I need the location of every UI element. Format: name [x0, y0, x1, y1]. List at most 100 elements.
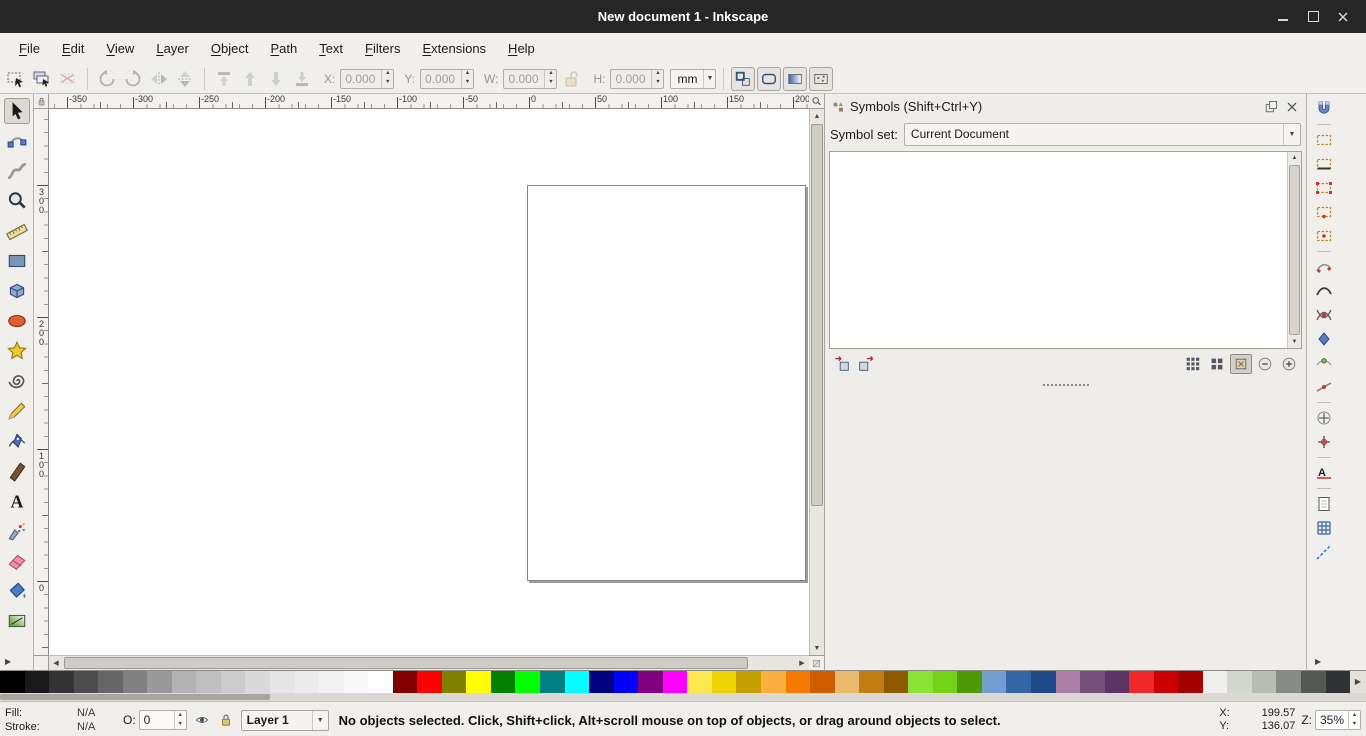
palette-swatch-30[interactable]: [736, 671, 761, 693]
snap-cusp-nodes-toggle[interactable]: [1313, 328, 1335, 350]
snap-rotation-centers-toggle[interactable]: [1313, 431, 1335, 453]
menu-file[interactable]: File: [8, 36, 51, 61]
snap-text-baseline-toggle[interactable]: A: [1313, 462, 1335, 484]
palette-swatch-33[interactable]: [810, 671, 835, 693]
canvas-corner-top-right[interactable]: [809, 94, 824, 109]
title-bar[interactable]: New document 1 - Inkscape: [0, 0, 1366, 33]
palette-swatch-23[interactable]: [565, 671, 590, 693]
snap-object-centers-toggle[interactable]: [1313, 407, 1335, 429]
node-tool[interactable]: [4, 128, 30, 154]
palette-swatch-27[interactable]: [663, 671, 688, 693]
display-fewer-icons-button[interactable]: [1206, 354, 1228, 374]
palette-swatch-37[interactable]: [908, 671, 933, 693]
palette-swatch-36[interactable]: [884, 671, 909, 693]
palette-swatch-6[interactable]: [147, 671, 172, 693]
scroll-up-arrow[interactable]: ▲: [1288, 152, 1301, 164]
snap-bbox-edges-toggle[interactable]: [1313, 153, 1335, 175]
palette-swatch-11[interactable]: [270, 671, 295, 693]
scroll-right-arrow[interactable]: ▶: [795, 656, 809, 670]
tweak-tool[interactable]: [4, 158, 30, 184]
maximize-button[interactable]: [1298, 0, 1328, 33]
spin-up-icon[interactable]: ▲: [545, 70, 556, 79]
lower-button[interactable]: [264, 67, 288, 91]
toolbox-overflow-arrow[interactable]: ▶: [0, 656, 33, 670]
palette-swatch-15[interactable]: [368, 671, 393, 693]
box3d-tool[interactable]: [4, 278, 30, 304]
units-dropdown[interactable]: mm ▼: [670, 69, 716, 89]
horizontal-scrollbar[interactable]: ◀ ▶: [49, 655, 809, 670]
palette-overflow-arrow[interactable]: ▶: [1350, 671, 1366, 693]
menu-layer[interactable]: Layer: [145, 36, 200, 61]
palette-scrollbar[interactable]: [0, 693, 1366, 701]
opacity-input[interactable]: 0 ▲▼: [139, 710, 187, 730]
gradient-tool[interactable]: [4, 608, 30, 634]
guide-lock-corner[interactable]: [34, 94, 49, 109]
cms-adjust-corner[interactable]: [809, 655, 824, 670]
palette-swatch-50[interactable]: [1227, 671, 1252, 693]
spin-up-icon[interactable]: ▲: [1349, 711, 1360, 720]
select-all-button[interactable]: [4, 67, 28, 91]
snap-toolbar-overflow-arrow[interactable]: ▶: [1307, 656, 1366, 670]
palette-swatch-16[interactable]: [393, 671, 418, 693]
menu-text[interactable]: Text: [308, 36, 354, 61]
menu-path[interactable]: Path: [259, 36, 308, 61]
palette-swatch-25[interactable]: [614, 671, 639, 693]
palette-swatch-43[interactable]: [1056, 671, 1081, 693]
palette-swatch-26[interactable]: [638, 671, 663, 693]
snap-grids-toggle[interactable]: [1313, 517, 1335, 539]
palette-swatch-0[interactable]: [0, 671, 25, 693]
layer-lock-toggle[interactable]: [217, 711, 235, 729]
palette-swatch-51[interactable]: [1252, 671, 1277, 693]
palette-swatch-47[interactable]: [1154, 671, 1179, 693]
palette-swatch-44[interactable]: [1080, 671, 1105, 693]
flip-horizontal-button[interactable]: [147, 67, 171, 91]
ruler-top[interactable]: -350-300-250-200-150-100-50050100150200: [49, 94, 809, 109]
deselect-button[interactable]: [56, 67, 80, 91]
snap-bbox-centers-toggle[interactable]: [1313, 225, 1335, 247]
y-input[interactable]: 0.000 ▲▼: [420, 69, 474, 89]
palette-swatch-8[interactable]: [196, 671, 221, 693]
palette-swatch-5[interactable]: [123, 671, 148, 693]
spin-down-icon[interactable]: ▼: [1349, 720, 1360, 729]
palette-swatch-14[interactable]: [344, 671, 369, 693]
panel-float-button[interactable]: [1263, 99, 1279, 115]
menu-help[interactable]: Help: [497, 36, 546, 61]
palette-swatch-19[interactable]: [466, 671, 491, 693]
snap-guides-toggle[interactable]: [1313, 541, 1335, 563]
palette-swatch-7[interactable]: [172, 671, 197, 693]
move-patterns-toggle[interactable]: [809, 67, 833, 91]
vertical-scrollbar-thumb[interactable]: [811, 124, 823, 506]
palette-swatch-34[interactable]: [835, 671, 860, 693]
spin-up-icon[interactable]: ▲: [462, 70, 473, 79]
calligraphy-tool[interactable]: [4, 458, 30, 484]
symbol-set-dropdown[interactable]: Current Document ▼: [904, 123, 1301, 146]
snap-bounding-box-toggle[interactable]: [1313, 129, 1335, 151]
palette-swatch-52[interactable]: [1276, 671, 1301, 693]
palette-swatch-35[interactable]: [859, 671, 884, 693]
measure-tool[interactable]: [4, 218, 30, 244]
panel-resize-handle[interactable]: [828, 379, 1303, 391]
zoom-out-symbols-button[interactable]: [1254, 354, 1276, 374]
menu-object[interactable]: Object: [200, 36, 260, 61]
raise-to-top-button[interactable]: [212, 67, 236, 91]
move-gradients-toggle[interactable]: [783, 67, 807, 91]
raise-button[interactable]: [238, 67, 262, 91]
spray-tool[interactable]: [4, 518, 30, 544]
spin-down-icon[interactable]: ▼: [382, 79, 393, 88]
spin-down-icon[interactable]: ▼: [545, 79, 556, 88]
vertical-scrollbar[interactable]: ▲ ▼: [809, 109, 824, 655]
remove-from-symbols-button[interactable]: [855, 354, 877, 374]
scroll-down-arrow[interactable]: ▼: [810, 641, 824, 655]
lower-to-bottom-button[interactable]: [290, 67, 314, 91]
scroll-down-arrow[interactable]: ▼: [1288, 336, 1301, 348]
pencil-tool[interactable]: [4, 398, 30, 424]
palette-swatch-48[interactable]: [1178, 671, 1203, 693]
palette-swatch-41[interactable]: [1006, 671, 1031, 693]
palette-swatch-31[interactable]: [761, 671, 786, 693]
snap-line-midpoints-toggle[interactable]: [1313, 376, 1335, 398]
horizontal-scrollbar-thumb[interactable]: [64, 657, 748, 669]
palette-swatch-53[interactable]: [1301, 671, 1326, 693]
fit-symbols-button[interactable]: [1230, 354, 1252, 374]
palette-swatch-40[interactable]: [982, 671, 1007, 693]
palette-swatch-22[interactable]: [540, 671, 565, 693]
